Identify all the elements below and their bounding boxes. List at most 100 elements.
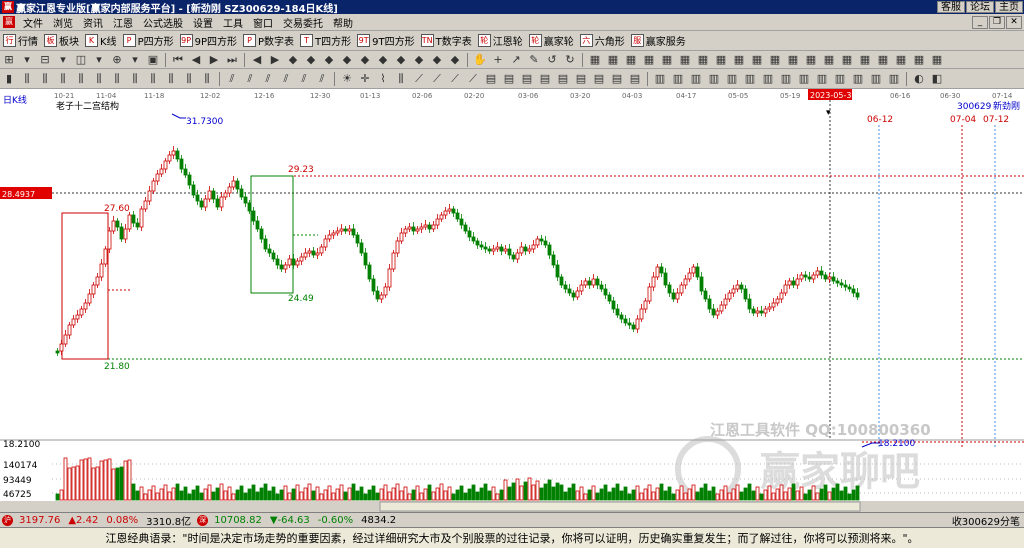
index2-value[interactable]: 10708.82: [210, 515, 266, 526]
tick-data-label[interactable]: 收300629分笔: [948, 513, 1024, 528]
tool-icon[interactable]: ▥: [850, 71, 866, 86]
tool-icon[interactable]: ⫼: [91, 71, 107, 86]
homepage-link[interactable]: 主页: [995, 1, 1023, 13]
tool-icon[interactable]: ☀: [339, 71, 355, 86]
tool-icon[interactable]: ⫽: [224, 71, 240, 86]
tool-icon[interactable]: ⫼: [393, 71, 409, 86]
tool-icon[interactable]: ↺: [544, 52, 560, 67]
minimize-icon[interactable]: _: [972, 15, 988, 29]
tool-icon[interactable]: ▥: [886, 71, 902, 86]
tool-icon[interactable]: ↗: [508, 52, 524, 67]
menu-help[interactable]: 帮助: [328, 15, 358, 30]
t-square-button[interactable]: T T四方形: [297, 32, 354, 50]
tool-icon[interactable]: ▶: [206, 52, 222, 67]
tool-icon[interactable]: ▥: [868, 71, 884, 86]
menu-file[interactable]: 文件: [18, 15, 48, 30]
tool-icon[interactable]: ▦: [929, 52, 945, 67]
tool-icon[interactable]: ▦: [749, 52, 765, 67]
tool-icon[interactable]: ▮: [1, 71, 17, 86]
tool-icon[interactable]: ◆: [447, 52, 463, 67]
kline-button[interactable]: K K线: [82, 32, 120, 50]
tool-icon[interactable]: ▣: [145, 52, 161, 67]
tool-icon[interactable]: ⟋: [411, 71, 427, 86]
tool-icon[interactable]: ◀: [249, 52, 265, 67]
9p-square-button[interactable]: 9P 9P四方形: [177, 32, 240, 50]
tool-icon[interactable]: ⫼: [55, 71, 71, 86]
tool-icon[interactable]: ⫼: [181, 71, 197, 86]
kline-chart[interactable]: 10-21 11-04 11-18 12-02 12-16 12-30 01-13 02-06…: [0, 89, 1024, 515]
tool-icon[interactable]: ▥: [724, 71, 740, 86]
tool-icon[interactable]: ✋: [472, 52, 488, 67]
tool-icon[interactable]: ⊕: [109, 52, 125, 67]
forum-link[interactable]: 论坛: [966, 1, 994, 13]
tool-icon[interactable]: ⫼: [19, 71, 35, 86]
tool-icon[interactable]: ◐: [911, 71, 927, 86]
tool-icon[interactable]: ▦: [695, 52, 711, 67]
tool-icon[interactable]: ◫: [73, 52, 89, 67]
tool-icon[interactable]: ⫼: [163, 71, 179, 86]
tool-icon[interactable]: ⫽: [296, 71, 312, 86]
winner-wheel-button[interactable]: 轮赢家轮: [526, 32, 577, 50]
tool-icon[interactable]: ▥: [742, 71, 758, 86]
tool-icon[interactable]: ⌇: [375, 71, 391, 86]
tool-icon[interactable]: ▦: [893, 52, 909, 67]
tool-icon[interactable]: ⏭: [224, 52, 240, 67]
tool-icon[interactable]: ◆: [411, 52, 427, 67]
tool-icon[interactable]: ◆: [357, 52, 373, 67]
index1-value[interactable]: 3197.76: [15, 515, 64, 526]
t-number-table-button[interactable]: TN T数字表: [418, 32, 475, 50]
hexagon-button[interactable]: 六六角形: [577, 32, 628, 50]
tool-icon[interactable]: ◧: [929, 71, 945, 86]
tool-icon[interactable]: ◆: [321, 52, 337, 67]
tool-icon[interactable]: ▥: [670, 71, 686, 86]
tool-icon[interactable]: ▤: [501, 71, 517, 86]
tool-icon[interactable]: ⊞: [1, 52, 17, 67]
tool-icon[interactable]: ▤: [519, 71, 535, 86]
tool-icon[interactable]: ⟋: [447, 71, 463, 86]
tool-icon[interactable]: ⏮: [170, 52, 186, 67]
tool-icon[interactable]: ⫼: [145, 71, 161, 86]
tool-icon[interactable]: ▦: [839, 52, 855, 67]
menu-browse[interactable]: 浏览: [48, 15, 78, 30]
tool-icon[interactable]: ✎: [526, 52, 542, 67]
tool-icon[interactable]: ▦: [623, 52, 639, 67]
tool-icon[interactable]: ▾: [19, 52, 35, 67]
tool-icon[interactable]: ▥: [706, 71, 722, 86]
tool-icon[interactable]: ▾: [91, 52, 107, 67]
restore-icon[interactable]: ❐: [989, 15, 1005, 29]
tool-icon[interactable]: ▤: [591, 71, 607, 86]
tool-icon[interactable]: ⫽: [260, 71, 276, 86]
gann-wheel-button[interactable]: 轮江恩轮: [475, 32, 526, 50]
tool-icon[interactable]: ▦: [785, 52, 801, 67]
tool-icon[interactable]: ▦: [587, 52, 603, 67]
tool-icon[interactable]: ▦: [821, 52, 837, 67]
tool-icon[interactable]: ▦: [857, 52, 873, 67]
tool-icon[interactable]: ▥: [832, 71, 848, 86]
tool-icon[interactable]: ◆: [303, 52, 319, 67]
tool-icon[interactable]: ◆: [375, 52, 391, 67]
tool-icon[interactable]: ▦: [875, 52, 891, 67]
tool-icon[interactable]: ◀: [188, 52, 204, 67]
tool-icon[interactable]: ▤: [537, 71, 553, 86]
tool-icon[interactable]: ◆: [339, 52, 355, 67]
tool-icon[interactable]: ▦: [677, 52, 693, 67]
tool-icon[interactable]: ⫼: [199, 71, 215, 86]
tool-icon[interactable]: ▥: [796, 71, 812, 86]
kline-chart-panel[interactable]: 10-21 11-04 11-18 12-02 12-16 12-30 01-13 02-06…: [0, 89, 1024, 515]
tool-icon[interactable]: ⟋: [429, 71, 445, 86]
tool-icon[interactable]: ▾: [55, 52, 71, 67]
tool-icon[interactable]: ▦: [641, 52, 657, 67]
tool-icon[interactable]: ◆: [393, 52, 409, 67]
tool-icon[interactable]: ▦: [731, 52, 747, 67]
tool-icon[interactable]: ⫽: [278, 71, 294, 86]
close-icon[interactable]: ✕: [1006, 15, 1022, 29]
tool-icon[interactable]: ▦: [713, 52, 729, 67]
tool-icon[interactable]: ⟋: [465, 71, 481, 86]
tool-icon[interactable]: ◆: [429, 52, 445, 67]
tool-icon[interactable]: ▥: [814, 71, 830, 86]
tool-icon[interactable]: ↻: [562, 52, 578, 67]
tool-icon[interactable]: ▤: [573, 71, 589, 86]
tool-icon[interactable]: ▦: [605, 52, 621, 67]
customer-service-link[interactable]: 客服: [937, 1, 965, 13]
tool-icon[interactable]: ⫼: [109, 71, 125, 86]
